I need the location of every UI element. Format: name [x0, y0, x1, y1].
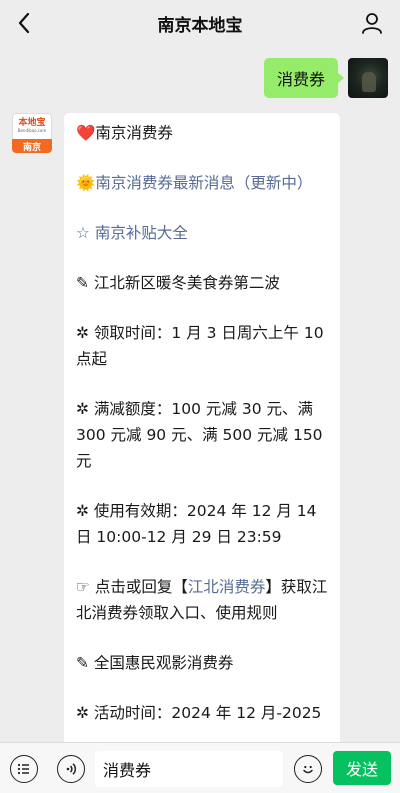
bot-logo-main: 本地宝 [18, 118, 46, 128]
message-line-text: 江北新区暖冬美食券第二波 [93, 274, 280, 292]
outgoing-message-row: 消费券 [263, 58, 388, 100]
message-input[interactable]: 消费券 [95, 751, 283, 787]
message-line: ☞ 点击或回复【江北消费券】获取江北消费券领取入口、使用规则 [76, 574, 328, 626]
star-icon: ☆ [76, 224, 95, 242]
message-line: ✲ 活动时间：2024 年 12 月-2025 [76, 700, 328, 726]
message-line-text: 南京消费券 [95, 124, 173, 142]
chat-title: 南京本地宝 [157, 15, 243, 36]
jiangbei-coupon-link[interactable]: 江北消费券 [188, 578, 266, 596]
menu-list-icon [17, 763, 29, 775]
subsidy-link[interactable]: 南京补贴大全 [95, 224, 188, 242]
outgoing-message-bubble[interactable]: 消费券 [263, 58, 345, 98]
top-bar: 南京本地宝 [0, 0, 400, 46]
voice-icon [66, 763, 77, 775]
message-line-text: 使用有效期：2024 年 12 月 14 日 10:00-12 月 29 日 2… [76, 502, 317, 546]
back-button[interactable] [10, 9, 38, 37]
message-line: ✎ 江北新区暖冬美食券第二波 [76, 270, 328, 296]
message-line-text: 点击或回复【 [94, 578, 188, 596]
message-input-value: 消费券 [103, 761, 152, 780]
heart-icon: ❤️ [76, 124, 96, 142]
outgoing-message-text: 消费券 [276, 70, 325, 89]
sun-icon: 🌞 [76, 174, 96, 192]
message-line: ✲ 使用有效期：2024 年 12 月 14 日 10:00-12 月 29 日… [76, 498, 328, 550]
smiley-icon [303, 765, 313, 774]
message-line: ✎ 全国惠民观影消费券 [76, 650, 328, 676]
asterisk-icon: ✲ [76, 324, 94, 342]
chevron-left-icon [18, 12, 30, 34]
emoji-button[interactable] [294, 755, 322, 783]
voice-button[interactable] [57, 755, 85, 783]
asterisk-icon: ✲ [76, 400, 94, 418]
message-line-text: 活动时间：2024 年 12 月-2025 [93, 704, 322, 722]
person-icon [362, 13, 382, 34]
message-line-text: 满减额度：100 元减 30 元、满 300 元减 90 元、满 500 元减 … [76, 400, 323, 470]
menu-button[interactable] [10, 755, 38, 783]
message-line: ❤️南京消费券 [76, 120, 328, 146]
bot-avatar[interactable]: 本地宝 Bendibao.com 南京 [12, 113, 52, 153]
message-line: ☆ 南京补贴大全 [76, 220, 328, 246]
asterisk-icon: ✲ [76, 704, 94, 722]
input-bar: 消费券 发送 [0, 742, 400, 793]
message-line: ✲ 满减额度：100 元减 30 元、满 300 元减 90 元、满 500 元… [76, 396, 328, 474]
my-avatar[interactable] [348, 58, 388, 98]
news-link[interactable]: 南京消费券最新消息（更新中） [95, 174, 312, 192]
send-button[interactable]: 发送 [333, 751, 391, 785]
bot-logo: 本地宝 Bendibao.com [12, 113, 52, 139]
message-line-text: 领取时间：1 月 3 日周六上午 10 点起 [76, 324, 324, 368]
pointing-hand-icon: ☞ [76, 578, 95, 596]
pencil-icon: ✎ [76, 654, 94, 672]
incoming-message-bubble: ❤️南京消费券 🌞南京消费券最新消息（更新中） ☆ 南京补贴大全 ✎ 江北新区暖… [64, 113, 340, 753]
profile-button[interactable] [358, 9, 386, 37]
asterisk-icon: ✲ [76, 502, 94, 520]
bot-logo-city: 南京 [12, 139, 52, 153]
avatar-figure [362, 72, 376, 92]
message-line: ✲ 领取时间：1 月 3 日周六上午 10 点起 [76, 320, 328, 372]
bot-logo-sub: Bendibao.com [17, 128, 47, 133]
message-line: 🌞南京消费券最新消息（更新中） [76, 170, 328, 196]
message-line-text: 全国惠民观影消费券 [93, 654, 234, 672]
pencil-icon: ✎ [76, 274, 94, 292]
